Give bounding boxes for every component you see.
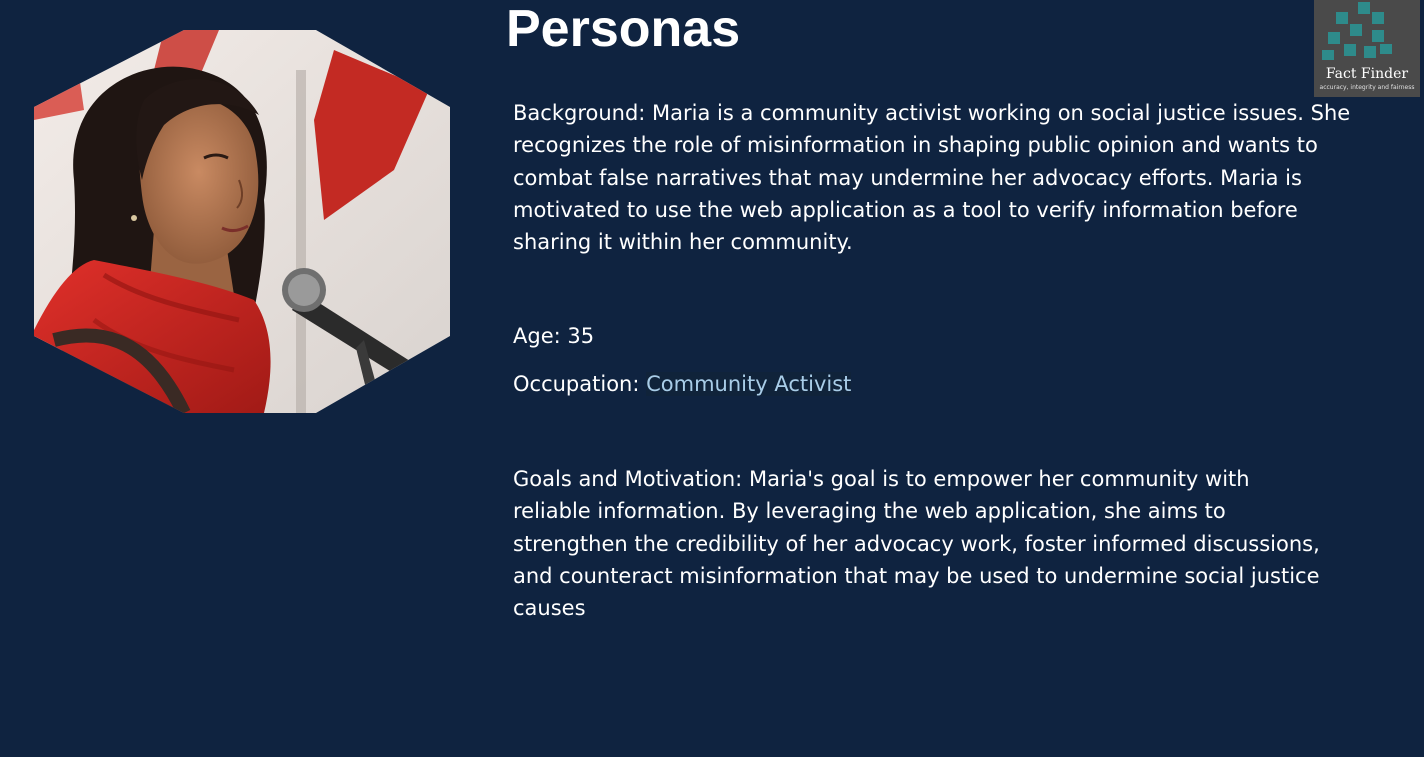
occupation-line: Occupation: Community Activist <box>513 368 852 400</box>
persona-photo-icon <box>34 30 450 413</box>
logo-tagline: accuracy, integrity and fairness <box>1319 84 1415 91</box>
goals-section: Goals and Motivation: Maria's goal is to… <box>513 463 1333 624</box>
fact-finder-logo-icon <box>1322 2 1392 60</box>
age-value: 35 <box>567 324 595 348</box>
occupation-value: Community Activist <box>646 372 852 396</box>
background-section: Background: Maria is a community activis… <box>513 97 1363 258</box>
age-label: Age: <box>513 324 561 348</box>
age-line: Age: 35 <box>513 320 594 352</box>
persona-portrait <box>34 30 450 413</box>
goals-label: Goals and Motivation: <box>513 467 743 491</box>
occupation-label: Occupation: <box>513 372 640 396</box>
fact-finder-logo: Fact Finder accuracy, integrity and fair… <box>1314 0 1420 97</box>
background-label: Background: <box>513 101 646 125</box>
logo-name: Fact Finder <box>1325 66 1409 82</box>
page-title: Personas <box>506 0 741 58</box>
